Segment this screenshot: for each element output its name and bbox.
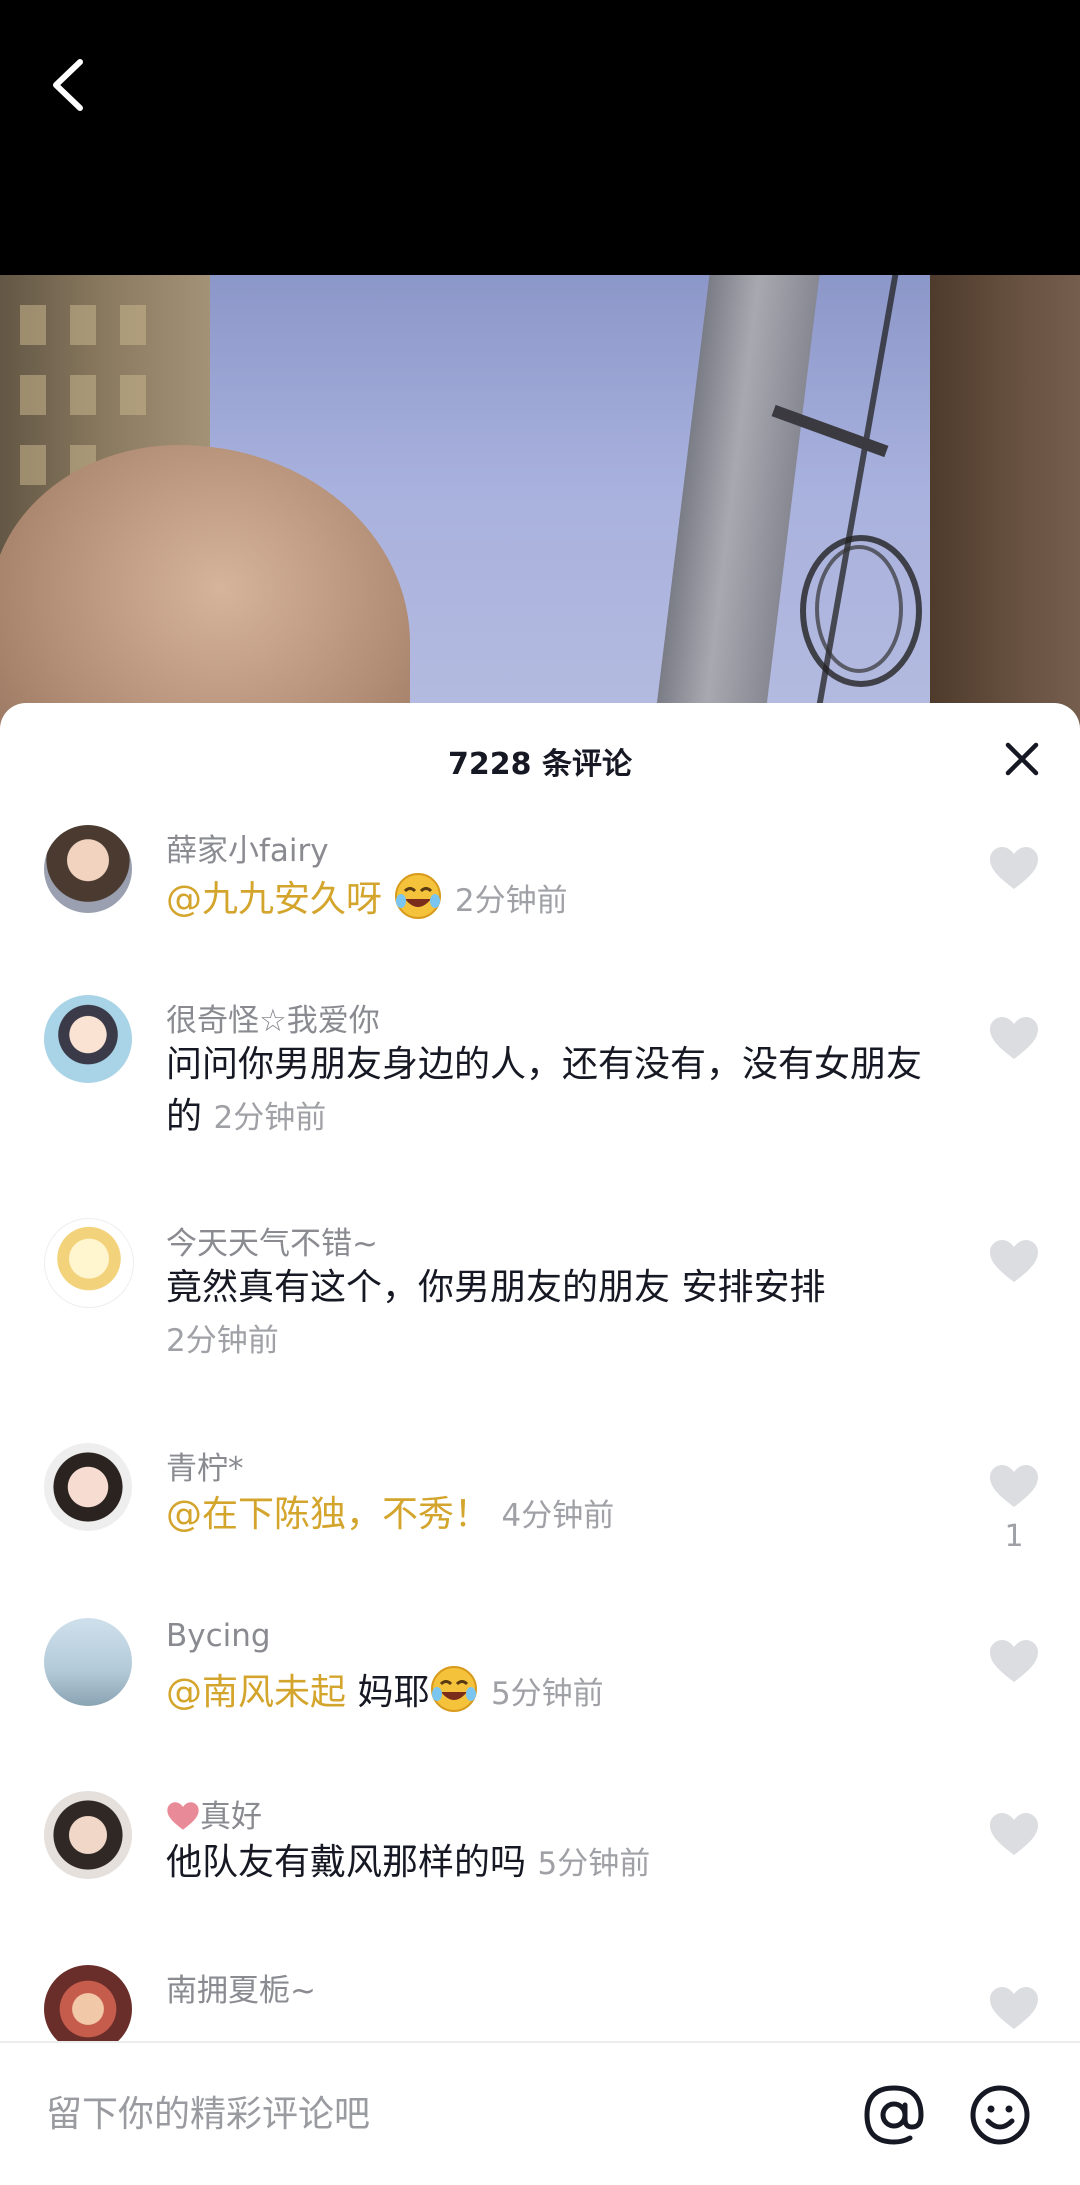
laughing-tears-emoji [431,1666,478,1712]
close-icon [1005,742,1039,776]
avatar[interactable] [44,1218,134,1308]
comment-sheet: 7228 条评论 薛家小fairy @九九安久呀 2分钟前 很奇怪☆我爱你 问问… [0,703,1080,2183]
like-button[interactable]: 1 [986,1463,1042,1554]
comment-time: 5分钟前 [537,1846,651,1882]
comment-input[interactable] [44,2081,808,2147]
comment-time: 4分钟前 [501,1498,615,1534]
like-button[interactable] [986,1015,1042,1065]
mention-button[interactable] [862,2083,926,2147]
like-button[interactable] [986,845,1042,895]
comment-author[interactable]: 真好 [166,1791,262,1836]
comment-author[interactable]: Bycing [166,1618,271,1654]
comment-author[interactable]: 今天天气不错~ [166,1218,378,1263]
comment-input-bar [0,2041,1080,2185]
comment-body: 他队友有戴风那样的吗 5分钟前 [166,1837,936,1890]
comment-item[interactable]: 很奇怪☆我爱你 问问你男朋友身边的人，还有没有，没有女朋友的 2分钟前 [0,995,1080,1185]
heart-outline-icon [990,1640,1038,1682]
like-count: 1 [1004,1519,1024,1554]
sheet-header: 7228 条评论 [0,703,1080,813]
comment-body: @九九安久呀 2分钟前 [166,871,936,927]
comment-item[interactable]: 今天天气不错~ 竟然真有这个，你男朋友的朋友 安排安排 2分钟前 [0,1218,1080,1378]
comment-text: 他队友有戴风那样的吗 [166,1842,527,1883]
avatar[interactable] [44,995,132,1083]
heart-outline-icon [990,1240,1038,1282]
heart-outline-icon [990,1813,1038,1855]
cable-coil-inner [815,545,903,673]
comment-author[interactable]: 很奇怪☆我爱你 [166,995,380,1040]
like-button[interactable] [986,1811,1042,1861]
heart-outline-icon [990,1987,1038,2029]
avatar[interactable] [44,825,132,913]
heart-outline-icon [990,847,1038,889]
comment-author[interactable]: 南拥夏栀~ [166,1965,316,2010]
video-preview[interactable] [0,275,1080,755]
comment-author-name: 真好 [200,1799,262,1835]
heart-outline-icon [990,1465,1038,1507]
heart-icon [167,1802,199,1830]
comment-text: 竟然真有这个，你男朋友的朋友 安排安排 [166,1267,826,1308]
mention-link[interactable]: @南风未起 [166,1672,346,1713]
comment-author[interactable]: 薛家小fairy [166,825,329,870]
building-right [930,275,1080,755]
comment-body: @在下陈独，不秀！ 4分钟前 [166,1489,936,1542]
like-button[interactable] [986,1238,1042,1288]
comment-time: 5分钟前 [490,1676,604,1712]
at-icon [864,2085,924,2145]
comment-time: 2分钟前 [213,1100,327,1136]
comment-time: 2分钟前 [166,1323,279,1359]
comment-item[interactable]: 真好 他队友有戴风那样的吗 5分钟前 [0,1791,1080,1941]
like-button[interactable] [986,1985,1042,2035]
comment-time: 2分钟前 [454,883,568,919]
comment-author[interactable]: 青柠* [166,1443,244,1488]
back-button[interactable] [40,50,100,120]
avatar[interactable] [44,1965,132,2053]
comment-body: 竟然真有这个，你男朋友的朋友 安排安排 2分钟前 [166,1262,936,1367]
mention-link[interactable]: @九九安久呀 [166,879,382,920]
top-bar [0,0,1080,275]
laughing-tears-emoji [395,873,442,919]
comment-text: 妈耶 [357,1672,430,1713]
avatar[interactable] [44,1443,132,1531]
comment-item[interactable]: Bycing @南风未起 妈耶 5分钟前 [0,1618,1080,1768]
comment-body: @南风未起 妈耶 5分钟前 [166,1664,936,1720]
chevron-left-icon [53,59,83,111]
heart-outline-icon [990,1017,1038,1059]
smiley-icon [970,2085,1030,2145]
comment-item[interactable]: 青柠* @在下陈独，不秀！ 4分钟前 1 [0,1443,1080,1593]
avatar[interactable] [44,1618,132,1706]
comment-body: 问问你男朋友身边的人，还有没有，没有女朋友的 2分钟前 [166,1039,936,1144]
comment-count-title: 7228 条评论 [448,747,632,782]
utility-pole [650,275,820,755]
mention-link[interactable]: @在下陈独，不秀！ [166,1494,490,1535]
avatar[interactable] [44,1791,132,1879]
emoji-button[interactable] [968,2083,1032,2147]
close-button[interactable] [1004,741,1040,777]
like-button[interactable] [986,1638,1042,1688]
comment-item[interactable]: 薛家小fairy @九九安久呀 2分钟前 [0,825,1080,975]
